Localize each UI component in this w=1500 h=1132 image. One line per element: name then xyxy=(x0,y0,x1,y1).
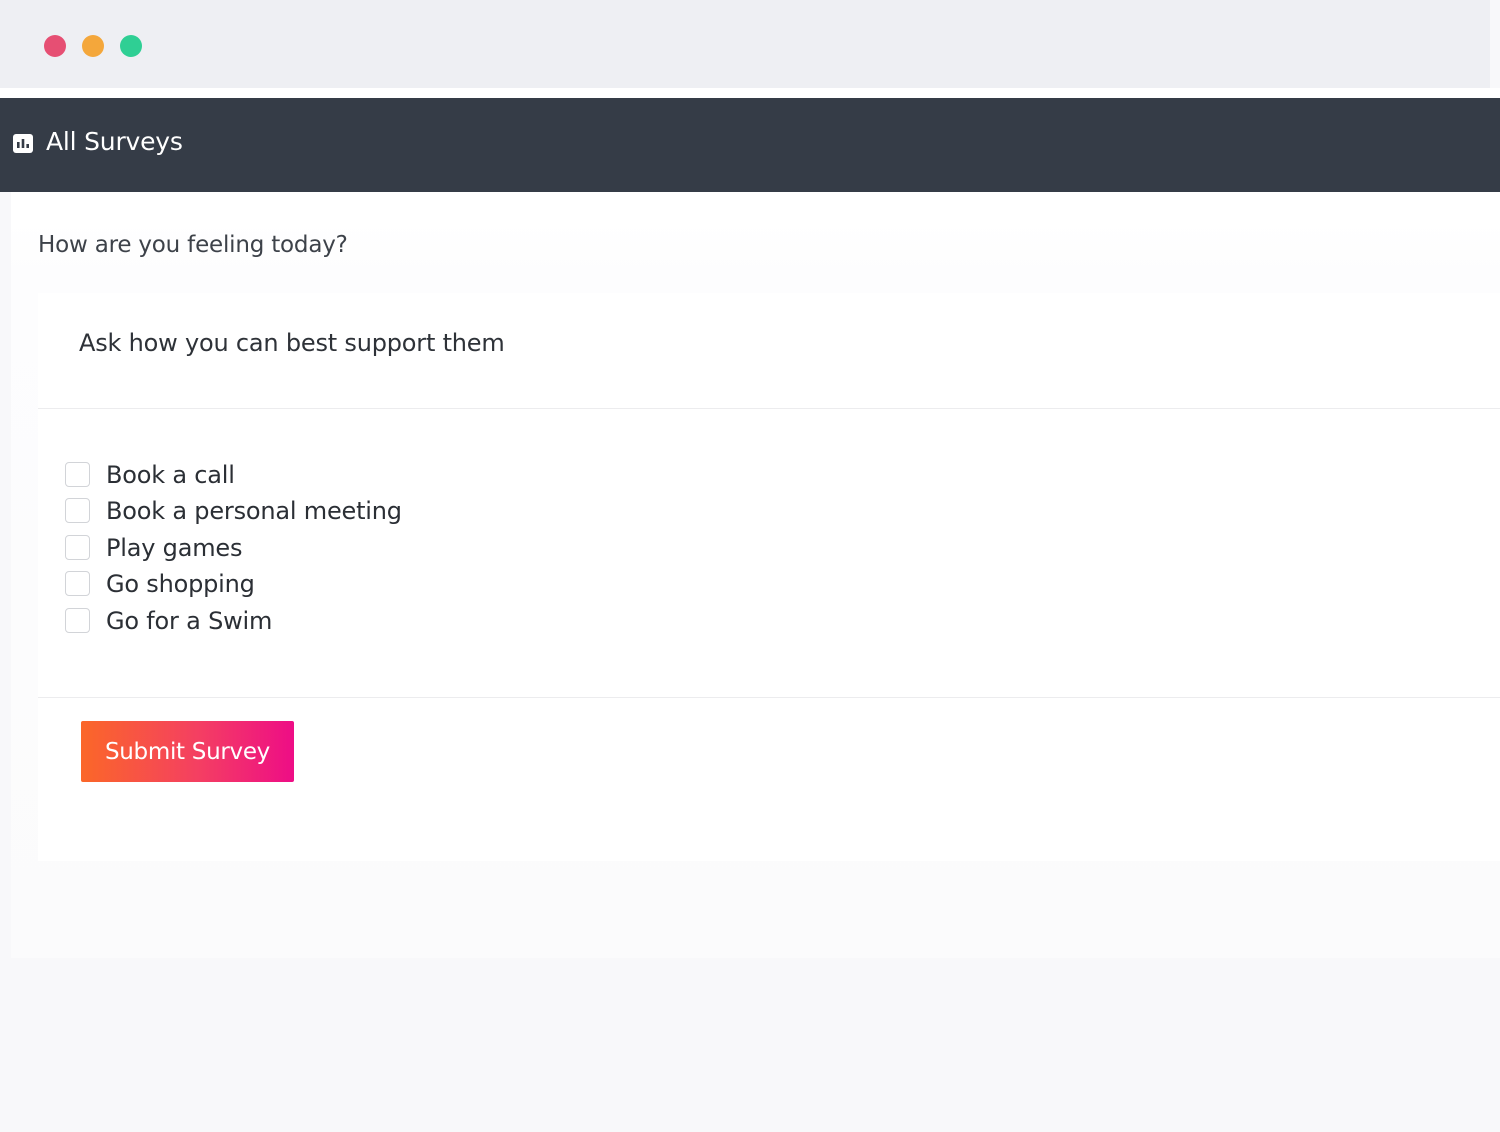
card-title: Ask how you can best support them xyxy=(79,329,505,357)
page-title: All Surveys xyxy=(46,127,183,156)
survey-question: How are you feeling today? xyxy=(38,232,348,258)
option-checkbox[interactable] xyxy=(65,571,90,596)
survey-card: Ask how you can best support them Book a… xyxy=(38,293,1500,861)
option-checkbox[interactable] xyxy=(65,535,90,560)
option-checkbox[interactable] xyxy=(65,608,90,633)
option-go-shopping[interactable]: Go shopping xyxy=(65,569,765,599)
survey-panel: How are you feeling today? Ask how you c… xyxy=(11,192,1500,958)
option-label: Go for a Swim xyxy=(106,607,273,635)
option-checkbox[interactable] xyxy=(65,498,90,523)
header-divider xyxy=(0,88,1500,98)
app-header: All Surveys xyxy=(0,98,1500,192)
window-maximize-button[interactable] xyxy=(120,35,142,57)
option-play-games[interactable]: Play games xyxy=(65,533,765,563)
option-book-a-call[interactable]: Book a call xyxy=(65,460,765,490)
submit-survey-button[interactable]: Submit Survey xyxy=(81,721,294,782)
option-book-a-personal-meeting[interactable]: Book a personal meeting xyxy=(65,496,765,526)
bar-chart-icon xyxy=(13,134,33,153)
option-label: Go shopping xyxy=(106,570,255,598)
card-header: Ask how you can best support them xyxy=(38,293,1500,409)
window-minimize-button[interactable] xyxy=(82,35,104,57)
option-go-for-a-swim[interactable]: Go for a Swim xyxy=(65,606,765,636)
options-list: Book a call Book a personal meeting Play… xyxy=(38,409,1500,698)
window-title-bar xyxy=(0,0,1490,88)
option-label: Book a personal meeting xyxy=(106,497,402,525)
option-label: Play games xyxy=(106,534,243,562)
window-close-button[interactable] xyxy=(44,35,66,57)
option-checkbox[interactable] xyxy=(65,462,90,487)
option-label: Book a call xyxy=(106,461,235,489)
